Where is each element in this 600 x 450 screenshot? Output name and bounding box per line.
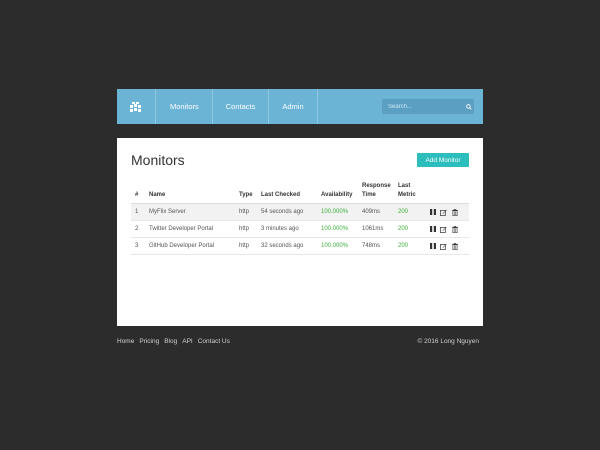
- last-checked: 3 minutes ago: [257, 220, 317, 238]
- nav-item-monitors[interactable]: Monitors: [156, 89, 212, 124]
- footer-link-api[interactable]: API: [182, 338, 192, 345]
- monitor-type: http: [235, 220, 257, 238]
- last-metric: 200: [394, 220, 425, 238]
- response-time: 409ms: [358, 203, 394, 221]
- table-header-row: # Name Type Last Checked Availability Re…: [131, 182, 469, 204]
- monitors-panel: Monitors Add Monitor # Name Type Last Ch…: [117, 138, 483, 326]
- column-header-response-time: Response Time: [358, 182, 394, 204]
- monitor-type: http: [235, 203, 257, 221]
- row-actions: [425, 237, 469, 255]
- stacked-cubes-icon: [130, 101, 141, 112]
- response-time: 1061ms: [358, 220, 394, 238]
- monitor-name[interactable]: Twitter Developer Portal: [145, 220, 235, 238]
- response-time: 748ms: [358, 237, 394, 255]
- footer-link-home[interactable]: Home: [117, 338, 134, 345]
- row-number: 1: [131, 203, 145, 221]
- footer-link-blog[interactable]: Blog: [164, 338, 177, 345]
- column-header-type: Type: [235, 182, 257, 204]
- search-box: [382, 99, 474, 114]
- trash-icon[interactable]: [451, 242, 458, 250]
- table-row[interactable]: 1 MyFlix Server http 54 seconds ago 100.…: [131, 203, 469, 221]
- last-checked: 32 seconds ago: [257, 237, 317, 255]
- nav-divider: [316, 89, 318, 124]
- monitor-name[interactable]: GitHub Developer Portal: [145, 237, 235, 255]
- footer-link-contact-us[interactable]: Contact Us: [198, 338, 230, 345]
- trash-icon[interactable]: [451, 225, 458, 233]
- edit-icon[interactable]: [440, 226, 447, 233]
- monitors-table: # Name Type Last Checked Availability Re…: [131, 182, 469, 255]
- trash-icon[interactable]: [451, 208, 458, 216]
- column-header-number: #: [131, 182, 145, 204]
- last-metric: 200: [394, 203, 425, 221]
- footer-links: Home Pricing Blog API Contact Us: [117, 338, 230, 345]
- availability: 100.000%: [317, 237, 358, 255]
- column-header-availability: Availability: [317, 182, 358, 204]
- nav-item-admin[interactable]: Admin: [269, 89, 316, 124]
- availability: 100.000%: [317, 220, 358, 238]
- copyright-text: © 2016 Long Nguyen: [417, 338, 479, 345]
- last-metric: 200: [394, 237, 425, 255]
- row-actions: [425, 220, 469, 238]
- column-header-last-metric: Last Metric: [394, 182, 425, 204]
- table-row[interactable]: 3 GitHub Developer Portal http 32 second…: [131, 237, 469, 255]
- page-title: Monitors: [131, 152, 185, 168]
- column-header-actions: [425, 182, 469, 204]
- last-checked: 54 seconds ago: [257, 203, 317, 221]
- column-header-name: Name: [145, 182, 235, 204]
- row-number: 2: [131, 220, 145, 238]
- pause-icon[interactable]: [429, 209, 436, 216]
- nav-item-contacts[interactable]: Contacts: [213, 89, 269, 124]
- availability: 100.000%: [317, 203, 358, 221]
- column-header-last-checked: Last Checked: [257, 182, 317, 204]
- search-icon[interactable]: [464, 99, 474, 114]
- footer: Home Pricing Blog API Contact Us © 2016 …: [117, 338, 483, 348]
- edit-icon[interactable]: [440, 209, 447, 216]
- search-input[interactable]: [382, 99, 464, 114]
- add-monitor-button[interactable]: Add Monitor: [417, 153, 469, 167]
- pause-icon[interactable]: [429, 243, 436, 250]
- logo[interactable]: [117, 89, 155, 124]
- table-row[interactable]: 2 Twitter Developer Portal http 3 minute…: [131, 220, 469, 238]
- footer-link-pricing[interactable]: Pricing: [139, 338, 159, 345]
- row-actions: [425, 203, 469, 221]
- monitor-type: http: [235, 237, 257, 255]
- monitor-name[interactable]: MyFlix Server: [145, 203, 235, 221]
- row-number: 3: [131, 237, 145, 255]
- top-navbar: Monitors Contacts Admin: [117, 89, 483, 124]
- pause-icon[interactable]: [429, 226, 436, 233]
- edit-icon[interactable]: [440, 243, 447, 250]
